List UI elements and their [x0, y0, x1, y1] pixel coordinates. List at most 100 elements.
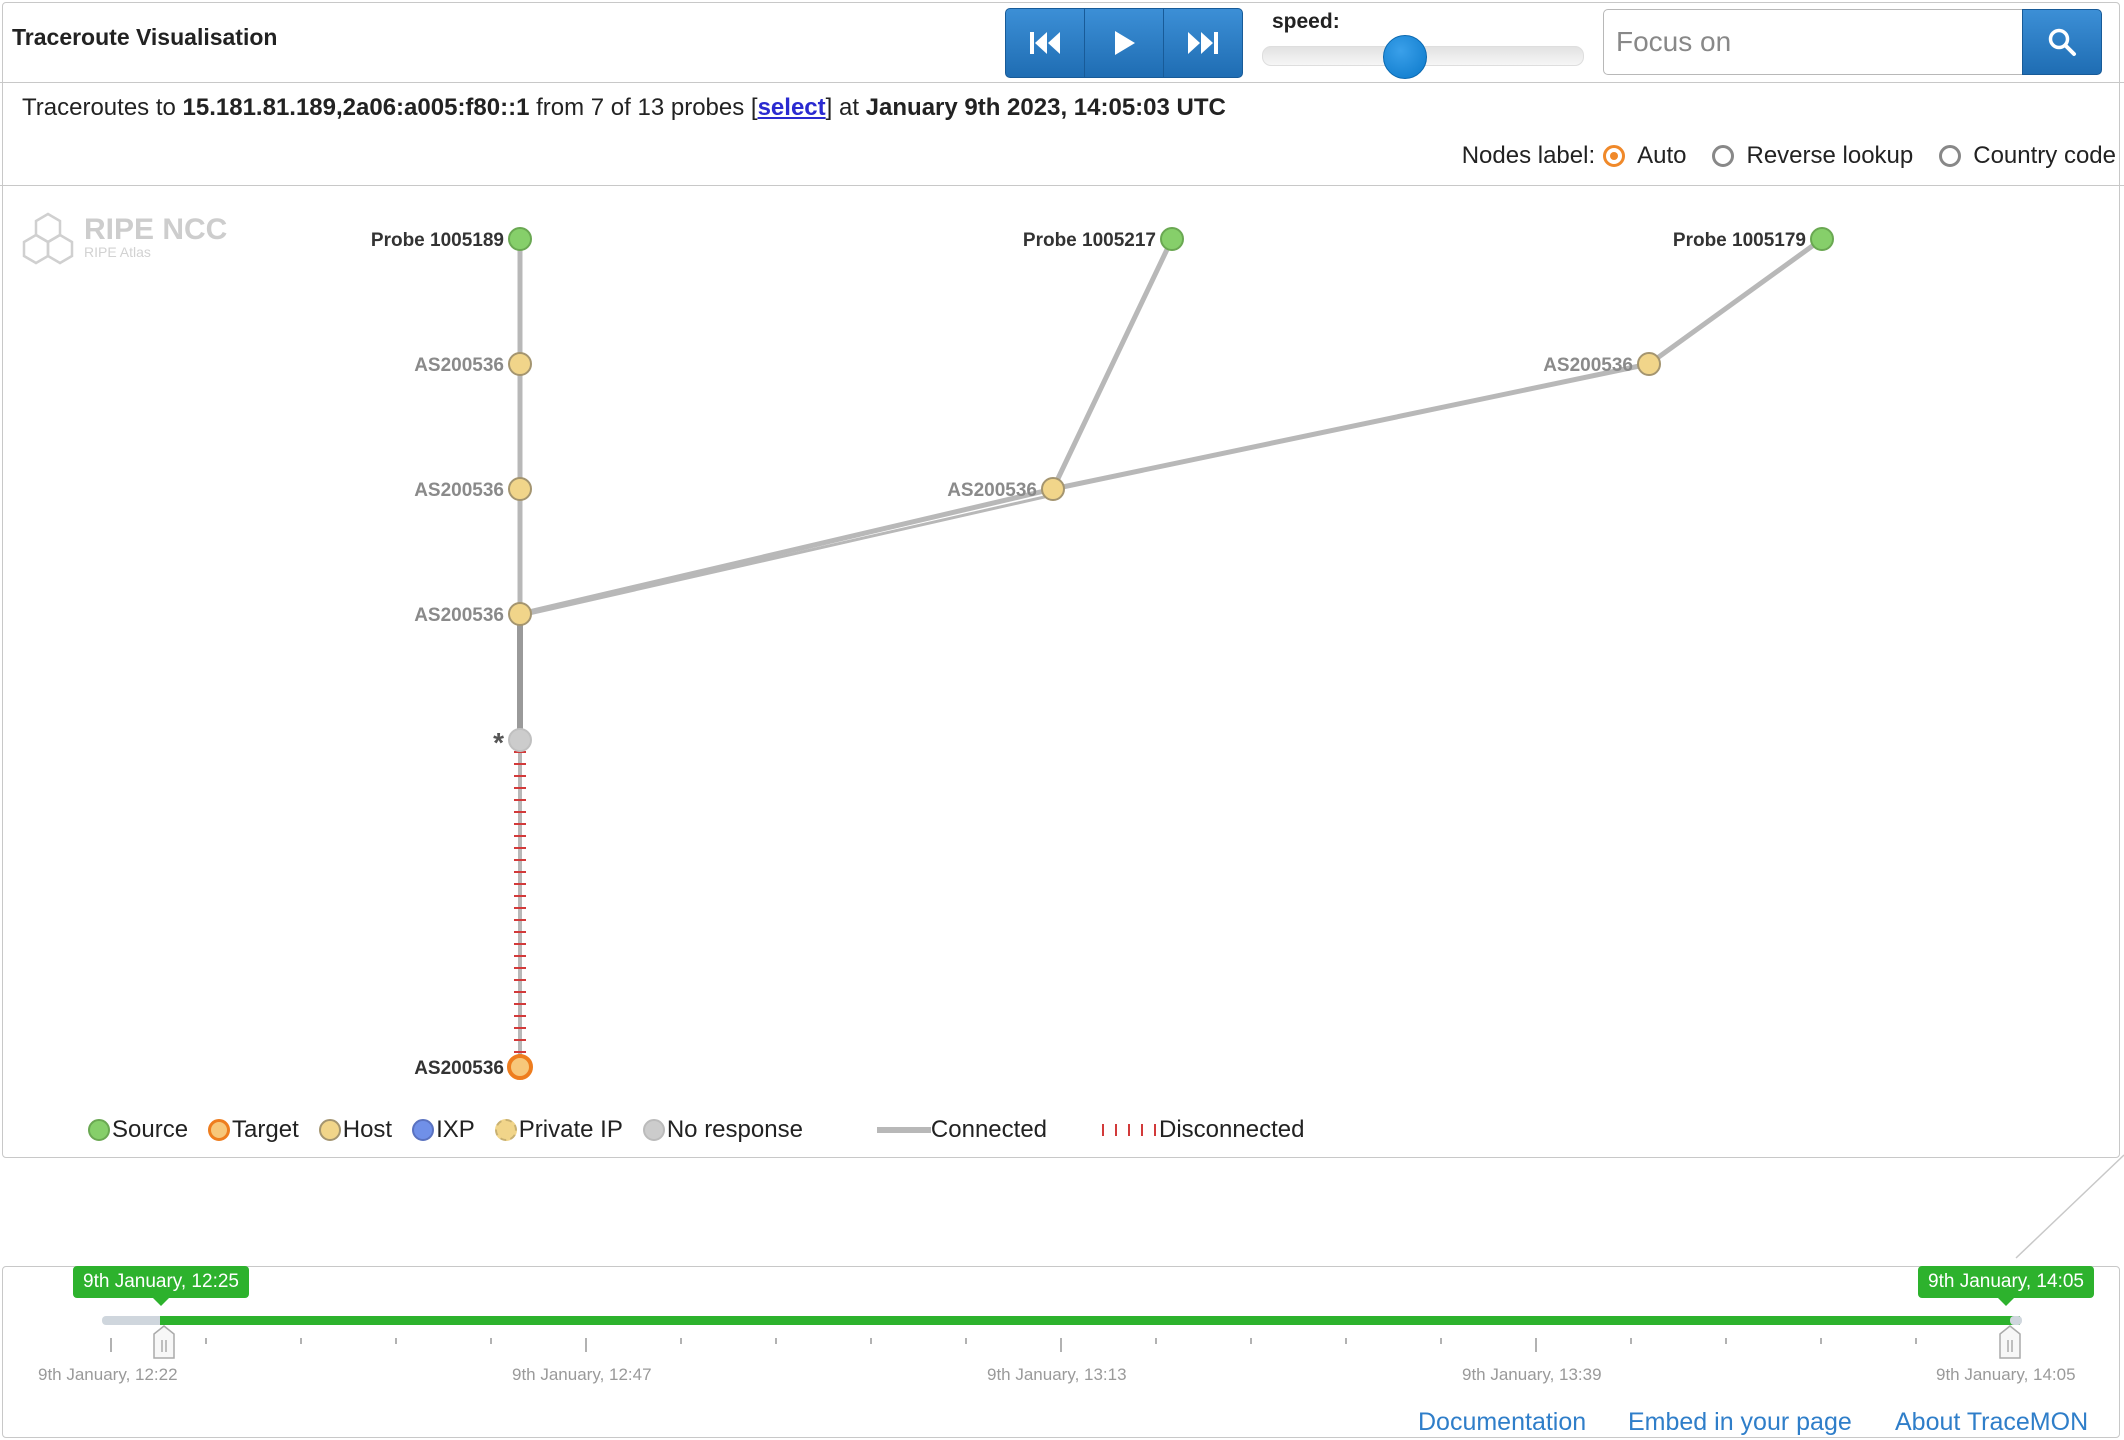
play-icon — [1115, 31, 1135, 55]
timeline-tick-label: 9th January, 13:39 — [1462, 1365, 1602, 1384]
legend-private-ip-label: Private IP — [518, 1116, 623, 1143]
rewind-button[interactable] — [1006, 9, 1085, 77]
nodes-label-title: Nodes label: — [1461, 142, 1596, 169]
timeline-unselected-range — [102, 1316, 164, 1325]
summary-suffix: ] at — [825, 94, 859, 121]
node-label-a1: AS200536 — [414, 355, 504, 376]
timeline-axis[interactable] — [0, 1300, 2124, 1360]
play-button[interactable] — [1085, 9, 1164, 77]
summary-target: 15.181.81.189,2a06:a005:f80::1 — [182, 94, 530, 121]
node-p2[interactable]: Probe 1005217 — [1023, 227, 1184, 251]
radio-auto-circle[interactable] — [1603, 145, 1626, 167]
legend-private-ip: Private IP — [494, 1116, 623, 1144]
legend-disconnected-label: Disconnected — [1159, 1116, 1305, 1143]
legend-ixp-label: IXP — [436, 1116, 475, 1143]
timeline-selected-range[interactable] — [160, 1316, 2020, 1325]
edge-a5-a4[interactable] — [1050, 361, 1652, 492]
legend-connected-line — [876, 1127, 931, 1133]
legend-target-label: Target — [232, 1116, 299, 1143]
info-bar: Traceroutes to 15.181.81.189,2a06:a005:f… — [0, 82, 2124, 186]
speed-slider-handle[interactable] — [1383, 35, 1427, 79]
edge-star-target-disconnected[interactable] — [514, 740, 526, 1067]
documentation-link[interactable]: Documentation — [1418, 1408, 1586, 1437]
timeline-ticks — [110, 1338, 2012, 1352]
radio-auto-label: Auto — [1637, 142, 1687, 169]
legend-connected: Connected — [876, 1116, 1048, 1144]
legend-target-swatch — [208, 1119, 231, 1141]
legend-host-swatch — [318, 1119, 341, 1141]
node-label-star: * — [493, 727, 504, 758]
search-icon — [2048, 28, 2076, 56]
search-button[interactable] — [2022, 9, 2102, 75]
summary-prefix: Traceroutes to — [22, 94, 176, 121]
legend-no-response-swatch — [642, 1119, 665, 1141]
timeline-start-badge: 9th January, 12:25 — [73, 1266, 249, 1306]
summary-timestamp: January 9th 2023, 14:05:03 UTC — [865, 94, 1226, 121]
timeline-start-handle[interactable] — [153, 1325, 175, 1359]
node-a2[interactable]: AS200536 — [414, 477, 532, 501]
timeline-tick-label: 9th January, 12:47 — [512, 1365, 652, 1384]
legend-host-label: Host — [342, 1116, 393, 1143]
timeline-end-badge: 9th January, 14:05 — [1918, 1266, 2094, 1306]
traceroute-graph[interactable]: Probe 1005189 Probe 1005217 Probe 1005179 A… — [0, 185, 2124, 1085]
timeline-tick-label: 9th January, 13:13 — [987, 1365, 1127, 1384]
graph-legend: Source Target Host IXP Private IP No res… — [88, 1116, 1324, 1144]
legend-source: Source — [88, 1116, 188, 1144]
timeline-zoom-connector — [2015, 1154, 2124, 1259]
legend-private-ip-swatch — [494, 1119, 517, 1141]
node-a3[interactable]: AS200536 — [414, 602, 532, 626]
node-a5[interactable]: AS200536 — [1543, 352, 1661, 376]
about-tracemon-link[interactable]: About TraceMON — [1895, 1408, 2088, 1437]
timeline-end-cap — [2010, 1316, 2022, 1325]
legend-no-response-label: No response — [666, 1116, 803, 1143]
skip-back-icon — [1030, 32, 1060, 54]
skip-forward-icon — [1188, 32, 1218, 54]
node-target[interactable]: AS200536 — [414, 1054, 533, 1080]
edge-a4-a3[interactable] — [517, 486, 1056, 617]
radio-reverse-lookup-circle[interactable] — [1712, 145, 1735, 167]
node-label-p1: Probe 1005189 — [371, 230, 504, 251]
node-label-a4: AS200536 — [947, 480, 1037, 501]
legend-host: Host — [318, 1116, 393, 1144]
node-star[interactable]: * — [493, 727, 532, 758]
legend-target: Target — [208, 1116, 299, 1144]
node-label-a5: AS200536 — [1543, 355, 1633, 376]
radio-country-code[interactable]: Country code — [1939, 142, 2116, 170]
nodes-label-options: Nodes label: Auto Reverse lookup Country… — [1462, 142, 2116, 170]
traceroute-summary: Traceroutes to 15.181.81.189,2a06:a005:f… — [22, 94, 1226, 122]
node-a4[interactable]: AS200536 — [947, 477, 1065, 501]
playback-controls — [1005, 8, 1243, 78]
select-probes-link[interactable]: select — [758, 94, 826, 121]
focus-search-input[interactable] — [1603, 9, 2023, 75]
node-label-a2: AS200536 — [414, 480, 504, 501]
radio-country-code-circle[interactable] — [1939, 145, 1962, 167]
header-bar: Traceroute Visualisation speed: — [0, 0, 2124, 83]
node-p1[interactable]: Probe 1005189 — [371, 227, 532, 251]
edge-p3-a5[interactable] — [1646, 236, 1825, 367]
timeline-end-handle[interactable] — [1999, 1325, 2021, 1359]
legend-no-response: No response — [642, 1116, 803, 1144]
edge-a4-a3-parallel[interactable] — [519, 493, 1054, 618]
radio-reverse-lookup[interactable]: Reverse lookup — [1712, 142, 1913, 170]
legend-disconnected: Disconnected — [1099, 1116, 1304, 1144]
fast-forward-button[interactable] — [1164, 9, 1242, 77]
legend-source-label: Source — [112, 1116, 189, 1143]
node-label-a3: AS200536 — [414, 605, 504, 626]
page-title: Traceroute Visualisation — [12, 24, 278, 50]
legend-connected-label: Connected — [930, 1116, 1048, 1143]
radio-country-code-label: Country code — [1973, 142, 2116, 169]
edge-p2-a4[interactable] — [1050, 236, 1175, 492]
legend-disconnected-line — [1102, 1124, 1157, 1136]
node-label-p2: Probe 1005217 — [1023, 230, 1156, 251]
embed-link[interactable]: Embed in your page — [1628, 1408, 1852, 1437]
nodes-layer: Probe 1005189 Probe 1005217 Probe 1005179 A… — [371, 227, 1834, 1080]
speed-label: speed: — [1272, 10, 1340, 33]
node-a1[interactable]: AS200536 — [414, 352, 532, 376]
radio-auto[interactable]: Auto — [1603, 142, 1686, 170]
legend-ixp-swatch — [412, 1119, 435, 1141]
legend-ixp: IXP — [412, 1116, 475, 1144]
radio-reverse-lookup-label: Reverse lookup — [1746, 142, 1914, 169]
timeline-tick-label: 9th January, 12:22 — [38, 1365, 178, 1384]
summary-middle: from 7 of 13 probes [ — [536, 94, 758, 121]
legend-source-swatch — [88, 1119, 110, 1141]
